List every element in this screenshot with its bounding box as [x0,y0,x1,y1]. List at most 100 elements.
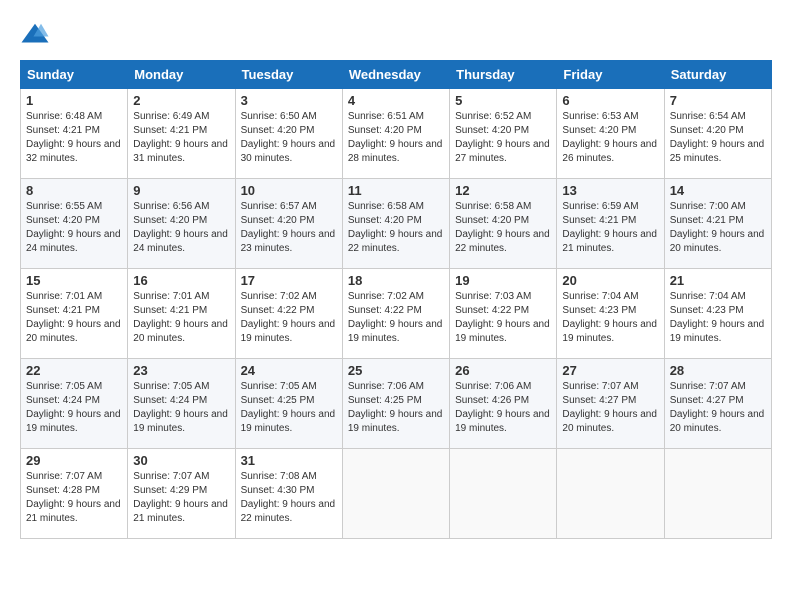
logo-icon [20,20,50,50]
day-info: Sunrise: 7:04 AM Sunset: 4:23 PM Dayligh… [670,290,766,346]
day-info: Sunrise: 7:07 AM Sunset: 4:27 PM Dayligh… [670,380,766,436]
day-number: 29 [26,453,122,468]
day-number: 24 [241,363,337,378]
calendar-cell: 30 Sunrise: 7:07 AM Sunset: 4:29 PM Dayl… [128,449,235,539]
day-info: Sunrise: 7:05 AM Sunset: 4:24 PM Dayligh… [133,380,229,436]
day-info: Sunrise: 6:56 AM Sunset: 4:20 PM Dayligh… [133,200,229,256]
weekday-tuesday: Tuesday [235,61,342,89]
day-number: 4 [348,93,444,108]
day-number: 6 [562,93,658,108]
day-info: Sunrise: 6:48 AM Sunset: 4:21 PM Dayligh… [26,110,122,166]
weekday-wednesday: Wednesday [342,61,449,89]
day-info: Sunrise: 6:57 AM Sunset: 4:20 PM Dayligh… [241,200,337,256]
calendar-cell [557,449,664,539]
day-number: 21 [670,273,766,288]
weekday-header-row: SundayMondayTuesdayWednesdayThursdayFrid… [21,61,772,89]
day-info: Sunrise: 7:02 AM Sunset: 4:22 PM Dayligh… [241,290,337,346]
calendar: SundayMondayTuesdayWednesdayThursdayFrid… [20,60,772,539]
day-number: 27 [562,363,658,378]
day-info: Sunrise: 7:07 AM Sunset: 4:29 PM Dayligh… [133,470,229,526]
day-number: 3 [241,93,337,108]
day-info: Sunrise: 6:49 AM Sunset: 4:21 PM Dayligh… [133,110,229,166]
day-info: Sunrise: 7:01 AM Sunset: 4:21 PM Dayligh… [133,290,229,346]
calendar-cell: 6 Sunrise: 6:53 AM Sunset: 4:20 PM Dayli… [557,89,664,179]
day-info: Sunrise: 7:06 AM Sunset: 4:26 PM Dayligh… [455,380,551,436]
day-info: Sunrise: 7:02 AM Sunset: 4:22 PM Dayligh… [348,290,444,346]
calendar-cell: 13 Sunrise: 6:59 AM Sunset: 4:21 PM Dayl… [557,179,664,269]
calendar-cell: 7 Sunrise: 6:54 AM Sunset: 4:20 PM Dayli… [664,89,771,179]
day-number: 30 [133,453,229,468]
day-number: 12 [455,183,551,198]
day-number: 5 [455,93,551,108]
calendar-cell: 19 Sunrise: 7:03 AM Sunset: 4:22 PM Dayl… [450,269,557,359]
day-number: 26 [455,363,551,378]
calendar-body: 1 Sunrise: 6:48 AM Sunset: 4:21 PM Dayli… [21,89,772,539]
day-number: 31 [241,453,337,468]
calendar-cell: 29 Sunrise: 7:07 AM Sunset: 4:28 PM Dayl… [21,449,128,539]
calendar-cell: 3 Sunrise: 6:50 AM Sunset: 4:20 PM Dayli… [235,89,342,179]
day-info: Sunrise: 7:05 AM Sunset: 4:24 PM Dayligh… [26,380,122,436]
calendar-cell: 24 Sunrise: 7:05 AM Sunset: 4:25 PM Dayl… [235,359,342,449]
day-info: Sunrise: 7:03 AM Sunset: 4:22 PM Dayligh… [455,290,551,346]
day-info: Sunrise: 7:08 AM Sunset: 4:30 PM Dayligh… [241,470,337,526]
day-info: Sunrise: 7:00 AM Sunset: 4:21 PM Dayligh… [670,200,766,256]
page-header [20,20,772,50]
calendar-cell: 21 Sunrise: 7:04 AM Sunset: 4:23 PM Dayl… [664,269,771,359]
day-number: 16 [133,273,229,288]
calendar-cell [450,449,557,539]
calendar-cell: 10 Sunrise: 6:57 AM Sunset: 4:20 PM Dayl… [235,179,342,269]
calendar-cell: 16 Sunrise: 7:01 AM Sunset: 4:21 PM Dayl… [128,269,235,359]
week-row-2: 8 Sunrise: 6:55 AM Sunset: 4:20 PM Dayli… [21,179,772,269]
day-info: Sunrise: 6:55 AM Sunset: 4:20 PM Dayligh… [26,200,122,256]
day-info: Sunrise: 6:53 AM Sunset: 4:20 PM Dayligh… [562,110,658,166]
day-number: 10 [241,183,337,198]
day-info: Sunrise: 7:07 AM Sunset: 4:27 PM Dayligh… [562,380,658,436]
weekday-thursday: Thursday [450,61,557,89]
day-number: 2 [133,93,229,108]
day-info: Sunrise: 7:05 AM Sunset: 4:25 PM Dayligh… [241,380,337,436]
day-number: 18 [348,273,444,288]
calendar-cell: 31 Sunrise: 7:08 AM Sunset: 4:30 PM Dayl… [235,449,342,539]
day-number: 7 [670,93,766,108]
day-info: Sunrise: 6:54 AM Sunset: 4:20 PM Dayligh… [670,110,766,166]
calendar-cell: 2 Sunrise: 6:49 AM Sunset: 4:21 PM Dayli… [128,89,235,179]
weekday-monday: Monday [128,61,235,89]
calendar-cell: 12 Sunrise: 6:58 AM Sunset: 4:20 PM Dayl… [450,179,557,269]
week-row-4: 22 Sunrise: 7:05 AM Sunset: 4:24 PM Dayl… [21,359,772,449]
day-info: Sunrise: 7:04 AM Sunset: 4:23 PM Dayligh… [562,290,658,346]
logo [20,20,54,50]
calendar-cell: 9 Sunrise: 6:56 AM Sunset: 4:20 PM Dayli… [128,179,235,269]
calendar-cell: 11 Sunrise: 6:58 AM Sunset: 4:20 PM Dayl… [342,179,449,269]
calendar-cell: 5 Sunrise: 6:52 AM Sunset: 4:20 PM Dayli… [450,89,557,179]
calendar-cell: 18 Sunrise: 7:02 AM Sunset: 4:22 PM Dayl… [342,269,449,359]
calendar-cell: 28 Sunrise: 7:07 AM Sunset: 4:27 PM Dayl… [664,359,771,449]
calendar-cell: 20 Sunrise: 7:04 AM Sunset: 4:23 PM Dayl… [557,269,664,359]
day-number: 8 [26,183,122,198]
day-number: 9 [133,183,229,198]
calendar-cell: 14 Sunrise: 7:00 AM Sunset: 4:21 PM Dayl… [664,179,771,269]
calendar-cell: 25 Sunrise: 7:06 AM Sunset: 4:25 PM Dayl… [342,359,449,449]
calendar-cell: 26 Sunrise: 7:06 AM Sunset: 4:26 PM Dayl… [450,359,557,449]
day-number: 14 [670,183,766,198]
day-info: Sunrise: 7:01 AM Sunset: 4:21 PM Dayligh… [26,290,122,346]
calendar-cell: 22 Sunrise: 7:05 AM Sunset: 4:24 PM Dayl… [21,359,128,449]
weekday-friday: Friday [557,61,664,89]
day-info: Sunrise: 6:51 AM Sunset: 4:20 PM Dayligh… [348,110,444,166]
day-number: 19 [455,273,551,288]
day-number: 20 [562,273,658,288]
day-info: Sunrise: 6:50 AM Sunset: 4:20 PM Dayligh… [241,110,337,166]
calendar-cell: 23 Sunrise: 7:05 AM Sunset: 4:24 PM Dayl… [128,359,235,449]
week-row-3: 15 Sunrise: 7:01 AM Sunset: 4:21 PM Dayl… [21,269,772,359]
calendar-cell: 4 Sunrise: 6:51 AM Sunset: 4:20 PM Dayli… [342,89,449,179]
day-number: 22 [26,363,122,378]
day-number: 1 [26,93,122,108]
day-info: Sunrise: 7:06 AM Sunset: 4:25 PM Dayligh… [348,380,444,436]
day-number: 25 [348,363,444,378]
calendar-cell: 17 Sunrise: 7:02 AM Sunset: 4:22 PM Dayl… [235,269,342,359]
day-number: 28 [670,363,766,378]
day-number: 11 [348,183,444,198]
calendar-header: SundayMondayTuesdayWednesdayThursdayFrid… [21,61,772,89]
day-number: 13 [562,183,658,198]
weekday-sunday: Sunday [21,61,128,89]
calendar-cell: 8 Sunrise: 6:55 AM Sunset: 4:20 PM Dayli… [21,179,128,269]
